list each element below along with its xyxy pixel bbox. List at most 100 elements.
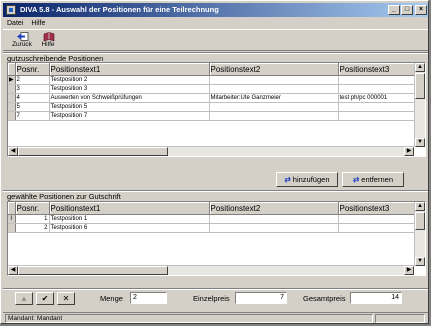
text1-cell[interactable]: Testposition 7 (49, 111, 210, 121)
text2-cell[interactable] (209, 84, 339, 94)
menu-bar: Datei Hilfe (3, 18, 428, 29)
text2-cell[interactable] (209, 223, 339, 233)
row-indicator (8, 93, 16, 103)
scroll-up-icon[interactable]: ▲ (415, 63, 425, 72)
text3-cell[interactable] (338, 75, 417, 85)
text2-cell[interactable]: Mitarbeiter:Ute Ganzmeier (209, 93, 339, 103)
text1-cell[interactable]: Testposition 5 (49, 102, 210, 112)
row-indicator (8, 223, 16, 233)
text2-cell[interactable] (209, 214, 339, 224)
remove-button[interactable]: ⇄ entfernen (342, 172, 404, 187)
posnr-cell[interactable]: 4 (15, 93, 50, 103)
row-indicator (8, 111, 16, 121)
row-indicator-icon: ▶ (8, 75, 16, 85)
table-row[interactable]: 4 Auswerten von Schweißprüfungen Mitarbe… (8, 93, 417, 103)
nav-first-button[interactable]: ▲ (15, 292, 33, 305)
top-positions-grid: Posnr. Positionstext1 Positionstext2 Pos… (7, 62, 426, 157)
table-row[interactable]: 5 Testposition 5 (8, 102, 417, 112)
text3-cell[interactable]: test ph/pc 000001 (338, 93, 417, 103)
menu-datei[interactable]: Datei (3, 18, 27, 29)
posnr-cell[interactable]: 3 (15, 84, 50, 94)
table-row[interactable]: ▶ 2 Testposition 2 (8, 75, 417, 85)
scroll-right-icon[interactable]: ▶ (404, 266, 414, 275)
top-header-text2[interactable]: Positionstext2 (209, 63, 339, 76)
bottom-header-text2[interactable]: Positionstext2 (209, 202, 339, 215)
posnr-cell[interactable]: 2 (15, 75, 50, 85)
bottom-header-indicator (8, 202, 16, 215)
menge-field[interactable]: 2 (130, 292, 167, 304)
text2-cell[interactable] (209, 111, 339, 121)
help-button-label: Hilfe (41, 41, 55, 48)
text1-cell[interactable]: Testposition 3 (49, 84, 210, 94)
posnr-cell[interactable]: 7 (15, 111, 50, 121)
status-bar: Mandant: Mandant (3, 312, 428, 323)
table-row[interactable]: 3 Testposition 3 (8, 84, 417, 94)
minimize-button[interactable]: _ (388, 5, 400, 15)
scroll-down-icon[interactable]: ▼ (415, 257, 425, 266)
row-indicator (8, 102, 16, 112)
bottom-vertical-scrollbar[interactable]: ▲ ▼ (414, 202, 425, 266)
back-arrow-icon (17, 32, 29, 41)
title-bar[interactable]: DIVA 5.8 - Auswahl der Positionen für ei… (3, 3, 428, 17)
status-pane-empty (375, 314, 425, 323)
top-header-text1[interactable]: Positionstext1 (49, 63, 210, 76)
scroll-down-icon[interactable]: ▼ (415, 138, 425, 147)
scroll-thumb[interactable] (415, 73, 425, 99)
top-header-posnr[interactable]: Posnr. (15, 63, 50, 76)
help-button[interactable]: Hilfe (35, 31, 61, 50)
table-row[interactable]: I 1 Testposition 1 (8, 214, 417, 224)
text3-cell[interactable] (338, 111, 417, 121)
text3-cell[interactable] (338, 84, 417, 94)
table-row[interactable]: 2 Testposition 6 (8, 223, 417, 233)
bottom-header-text3[interactable]: Positionstext3 (338, 202, 417, 215)
text1-cell[interactable]: Auswerten von Schweißprüfungen (49, 93, 210, 103)
top-horizontal-scrollbar[interactable]: ◀ ▶ (8, 146, 414, 156)
status-text: Mandant: Mandant (5, 314, 373, 323)
posnr-cell[interactable]: 1 (15, 214, 50, 224)
maximize-button[interactable]: □ (401, 5, 413, 15)
bottom-header-text1[interactable]: Positionstext1 (49, 202, 210, 215)
main-window: DIVA 5.8 - Auswahl der Positionen für ei… (0, 0, 429, 324)
posnr-cell[interactable]: 2 (15, 223, 50, 233)
add-arrows-icon: ⇄ (284, 175, 291, 184)
top-header-indicator (8, 63, 16, 76)
text2-cell[interactable] (209, 102, 339, 112)
text3-cell[interactable] (338, 214, 417, 224)
row-indicator (8, 84, 16, 94)
text1-cell[interactable]: Testposition 2 (49, 75, 210, 85)
menu-hilfe[interactable]: Hilfe (27, 18, 49, 29)
add-button[interactable]: ⇄ hinzufügen (276, 172, 338, 187)
scroll-left-icon[interactable]: ◀ (8, 147, 18, 156)
top-vertical-scrollbar[interactable]: ▲ ▼ (414, 63, 425, 147)
menge-label: Menge (100, 294, 123, 303)
einzelpreis-field[interactable]: 7 (235, 292, 287, 304)
scroll-left-icon[interactable]: ◀ (8, 266, 18, 275)
scroll-right-icon[interactable]: ▶ (404, 147, 414, 156)
nav-ok-button[interactable]: ✔ (36, 292, 54, 305)
text1-cell[interactable]: Testposition 6 (49, 223, 210, 233)
top-header-text3[interactable]: Positionstext3 (338, 63, 417, 76)
bottom-horizontal-scrollbar[interactable]: ◀ ▶ (8, 265, 414, 275)
scroll-thumb[interactable] (18, 266, 168, 275)
text3-cell[interactable] (338, 223, 417, 233)
table-row[interactable]: 7 Testposition 7 (8, 111, 417, 121)
gesamtpreis-field[interactable]: 14 (350, 292, 402, 304)
text3-cell[interactable] (338, 102, 417, 112)
nav-cancel-button[interactable]: ✕ (57, 292, 75, 305)
close-button[interactable]: × (415, 5, 427, 15)
gesamtpreis-label: Gesamtpreis (303, 294, 346, 303)
scroll-up-icon[interactable]: ▲ (415, 202, 425, 211)
text1-cell[interactable]: Testposition 1 (49, 214, 210, 224)
scroll-thumb[interactable] (415, 212, 425, 230)
bottom-header-posnr[interactable]: Posnr. (15, 202, 50, 215)
posnr-cell[interactable]: 5 (15, 102, 50, 112)
scroll-thumb[interactable] (18, 147, 168, 156)
window-title: DIVA 5.8 - Auswahl der Positionen für ei… (20, 5, 219, 14)
remove-arrows-icon: ⇄ (353, 175, 360, 184)
app-icon (6, 5, 16, 15)
back-button[interactable]: Zurück (9, 31, 35, 50)
text2-cell[interactable] (209, 75, 339, 85)
toolbar: Zurück Hilfe (3, 29, 428, 51)
row-edit-icon: I (8, 214, 16, 224)
add-button-label: hinzufügen (292, 175, 330, 184)
